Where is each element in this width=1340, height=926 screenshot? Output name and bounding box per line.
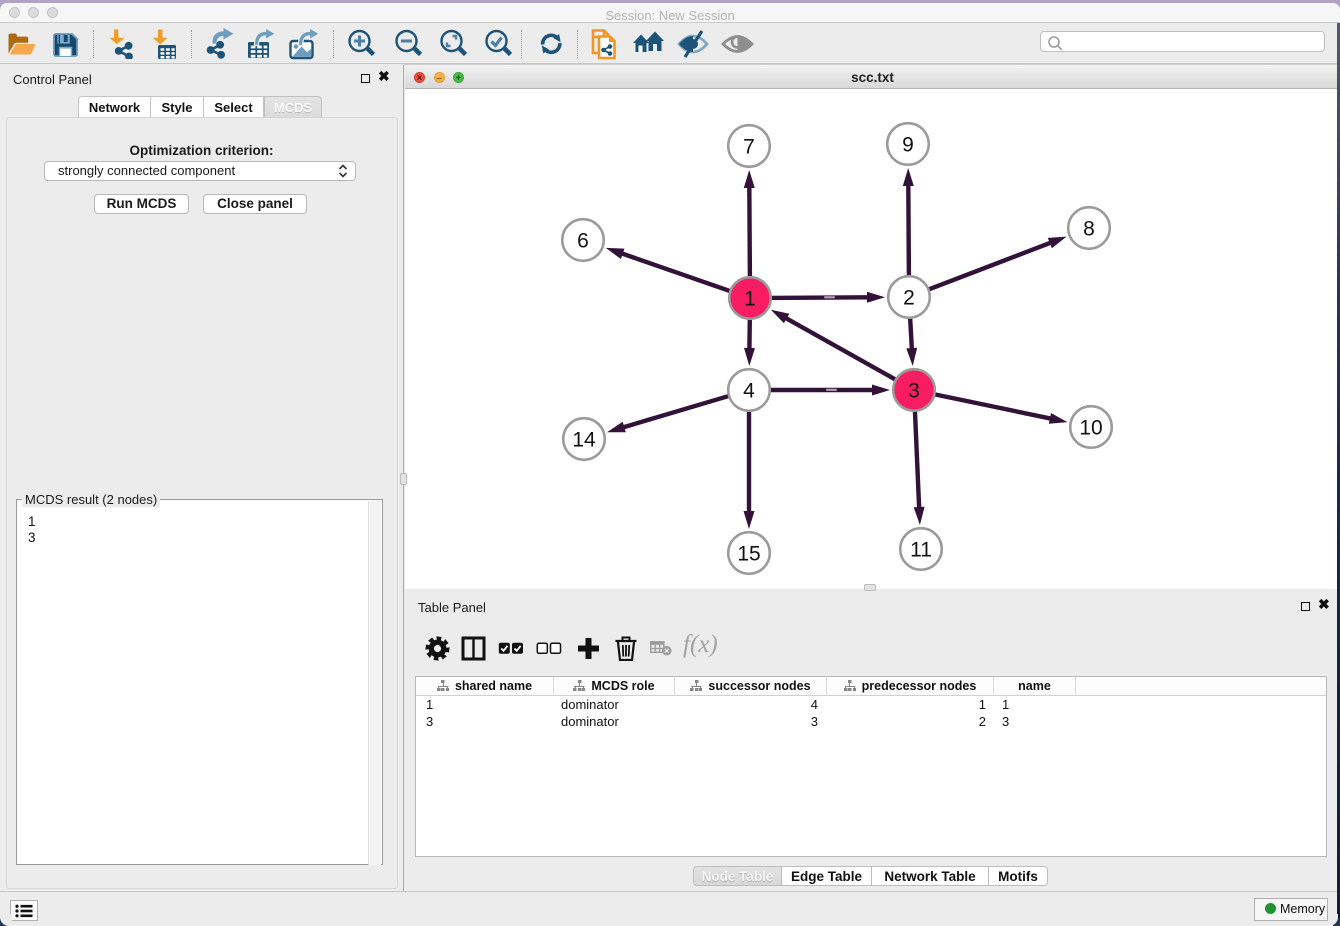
- svg-text:1: 1: [744, 288, 756, 311]
- svg-text:9: 9: [902, 134, 914, 157]
- svg-text:10: 10: [1079, 417, 1102, 440]
- svg-text:4: 4: [743, 380, 755, 403]
- svg-text:3: 3: [908, 380, 920, 403]
- svg-text:6: 6: [577, 230, 589, 253]
- svg-text:2: 2: [903, 287, 915, 310]
- svg-text:11: 11: [910, 539, 932, 562]
- svg-text:8: 8: [1083, 218, 1095, 241]
- svg-text:7: 7: [743, 136, 755, 159]
- svg-text:14: 14: [572, 429, 596, 452]
- svg-text:15: 15: [737, 543, 760, 566]
